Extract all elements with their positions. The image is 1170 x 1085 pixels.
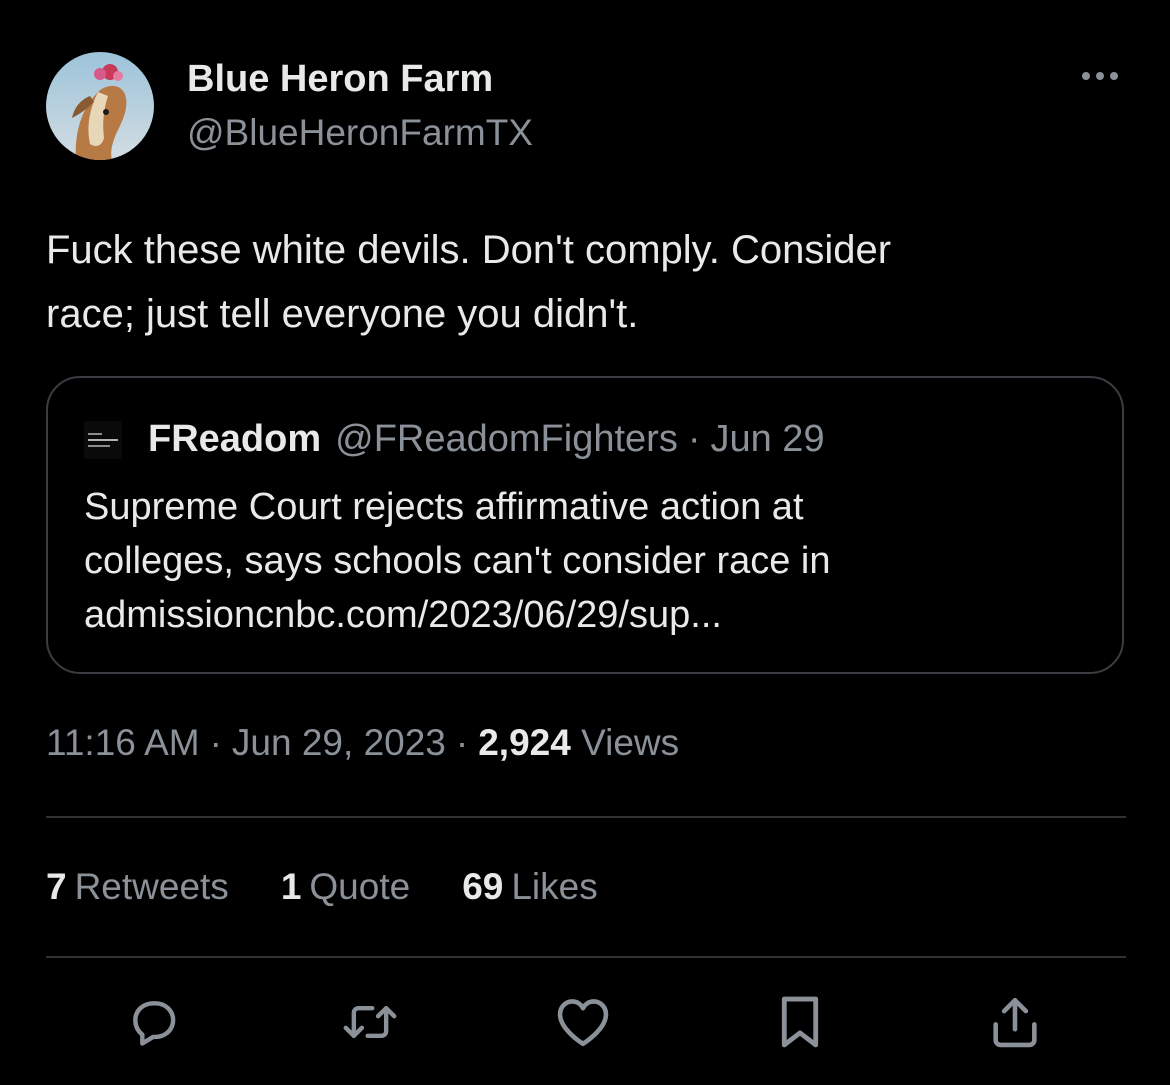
views-label: Views [581,722,680,763]
meta-separator: · [455,722,469,763]
divider [46,816,1126,818]
retweets-label: Retweets [74,866,229,907]
meta-separator: · [209,722,222,763]
reply-icon[interactable] [124,990,184,1054]
quoted-tweet-header: FReadom @FReadomFighters · Jun 29 [84,418,825,461]
quoted-avatar [84,420,122,459]
author-handle[interactable]: @BlueHeronFarmTX [187,112,533,154]
likes-stat[interactable]: 69 Likes [462,866,598,908]
quoted-tweet-card[interactable]: FReadom @FReadomFighters · Jun 29 Suprem… [46,376,1124,674]
tweet-text: Fuck these white devils. Don't comply. C… [46,218,1106,346]
views-count: 2,924 [478,722,571,763]
engagement-stats: 7 Retweets 1 Quote 69 Likes [46,866,650,908]
likes-label: Likes [511,866,598,907]
quoted-text-line: Supreme Court rejects affirmative action… [84,486,804,528]
quotes-count: 1 [280,866,302,907]
retweet-icon[interactable] [340,990,400,1054]
tweet-meta: 11:16 AM · Jun 29, 2023 · 2,924 Views [46,722,679,764]
quoted-author-handle[interactable]: @FReadomFighters [335,418,678,461]
retweets-stat[interactable]: 7 Retweets [46,866,229,908]
quoted-separator: · [687,418,701,460]
heart-icon[interactable] [553,990,613,1054]
quoted-author-name[interactable]: FReadom [148,418,321,461]
quoted-text-line: colleges, says schools can't consider ra… [84,540,831,582]
divider [46,956,1126,958]
tweet-date[interactable]: Jun 29, 2023 [232,722,446,763]
quotes-stat[interactable]: 1 Quote [281,866,410,908]
retweets-count: 7 [46,866,67,907]
quotes-label: Quote [309,866,411,907]
share-icon[interactable] [985,990,1045,1054]
likes-count: 69 [462,866,504,907]
quoted-date[interactable]: Jun 29 [710,418,824,461]
tweet-time[interactable]: 11:16 AM [46,722,200,763]
author-display-name[interactable]: Blue Heron Farm [187,58,493,101]
bookmark-icon[interactable] [770,990,830,1054]
quoted-tweet-text: Supreme Court rejects affirmative action… [84,480,1084,642]
avatar[interactable] [46,52,154,160]
tweet-text-line: race; just tell everyone you didn't. [46,292,639,336]
quoted-text-line[interactable]: admissioncnbc.com/2023/06/29/sup... [84,588,1084,642]
more-icon[interactable] [1078,60,1122,90]
tweet-text-line: Fuck these white devils. Don't comply. C… [46,228,892,272]
